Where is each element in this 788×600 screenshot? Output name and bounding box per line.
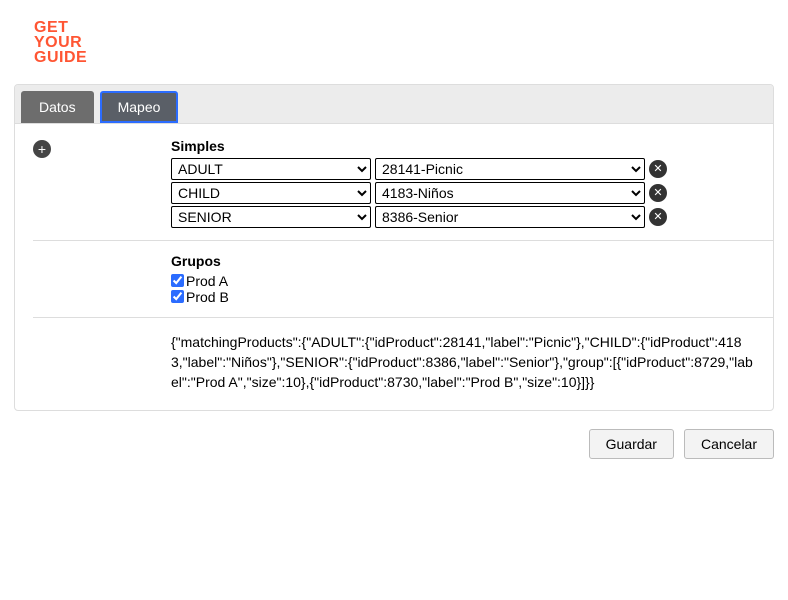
save-button[interactable]: Guardar: [589, 429, 674, 459]
group-label: Prod B: [186, 289, 229, 305]
type-select[interactable]: ADULT: [171, 158, 371, 180]
footer-actions: Guardar Cancelar: [14, 429, 774, 459]
tab-mapeo[interactable]: Mapeo: [100, 91, 179, 123]
close-icon: ✕: [653, 186, 662, 199]
product-select[interactable]: 8386-Senior: [375, 206, 645, 228]
divider: [33, 240, 773, 241]
panel-body: + Simples ADULT 28141-Picnic ✕: [15, 124, 773, 411]
remove-row-button[interactable]: ✕: [649, 208, 667, 226]
simple-row: SENIOR 8386-Senior ✕: [171, 206, 755, 228]
remove-row-button[interactable]: ✕: [649, 160, 667, 178]
type-select[interactable]: CHILD: [171, 182, 371, 204]
plus-icon: +: [38, 142, 46, 156]
group-row: Prod A: [171, 273, 755, 289]
group-checkbox[interactable]: [171, 290, 184, 303]
product-select[interactable]: 4183-Niños: [375, 182, 645, 204]
cancel-button[interactable]: Cancelar: [684, 429, 774, 459]
add-row-button[interactable]: +: [33, 140, 51, 158]
group-row: Prod B: [171, 289, 755, 305]
simple-row: ADULT 28141-Picnic ✕: [171, 158, 755, 180]
simples-heading: Simples: [171, 138, 755, 154]
simple-row: CHILD 4183-Niños ✕: [171, 182, 755, 204]
group-label: Prod A: [186, 273, 228, 289]
tab-datos[interactable]: Datos: [21, 91, 94, 123]
group-checkbox[interactable]: [171, 274, 184, 287]
product-select[interactable]: 28141-Picnic: [375, 158, 645, 180]
config-panel: Datos Mapeo + Simples ADULT 28141-Picnic…: [14, 84, 774, 412]
grupos-heading: Grupos: [171, 253, 755, 269]
brand-logo: GET YOUR GUIDE: [34, 20, 774, 66]
json-output: {"matchingProducts":{"ADULT":{"idProduct…: [171, 332, 755, 393]
tab-bar: Datos Mapeo: [15, 85, 773, 124]
type-select[interactable]: SENIOR: [171, 206, 371, 228]
content-column: Simples ADULT 28141-Picnic ✕ CHILD: [171, 138, 755, 393]
remove-row-button[interactable]: ✕: [649, 184, 667, 202]
logo-line: GET: [34, 20, 774, 35]
logo-line: GUIDE: [34, 50, 774, 65]
divider: [33, 317, 773, 318]
close-icon: ✕: [653, 210, 662, 223]
close-icon: ✕: [653, 162, 662, 175]
logo-line: YOUR: [34, 35, 774, 50]
